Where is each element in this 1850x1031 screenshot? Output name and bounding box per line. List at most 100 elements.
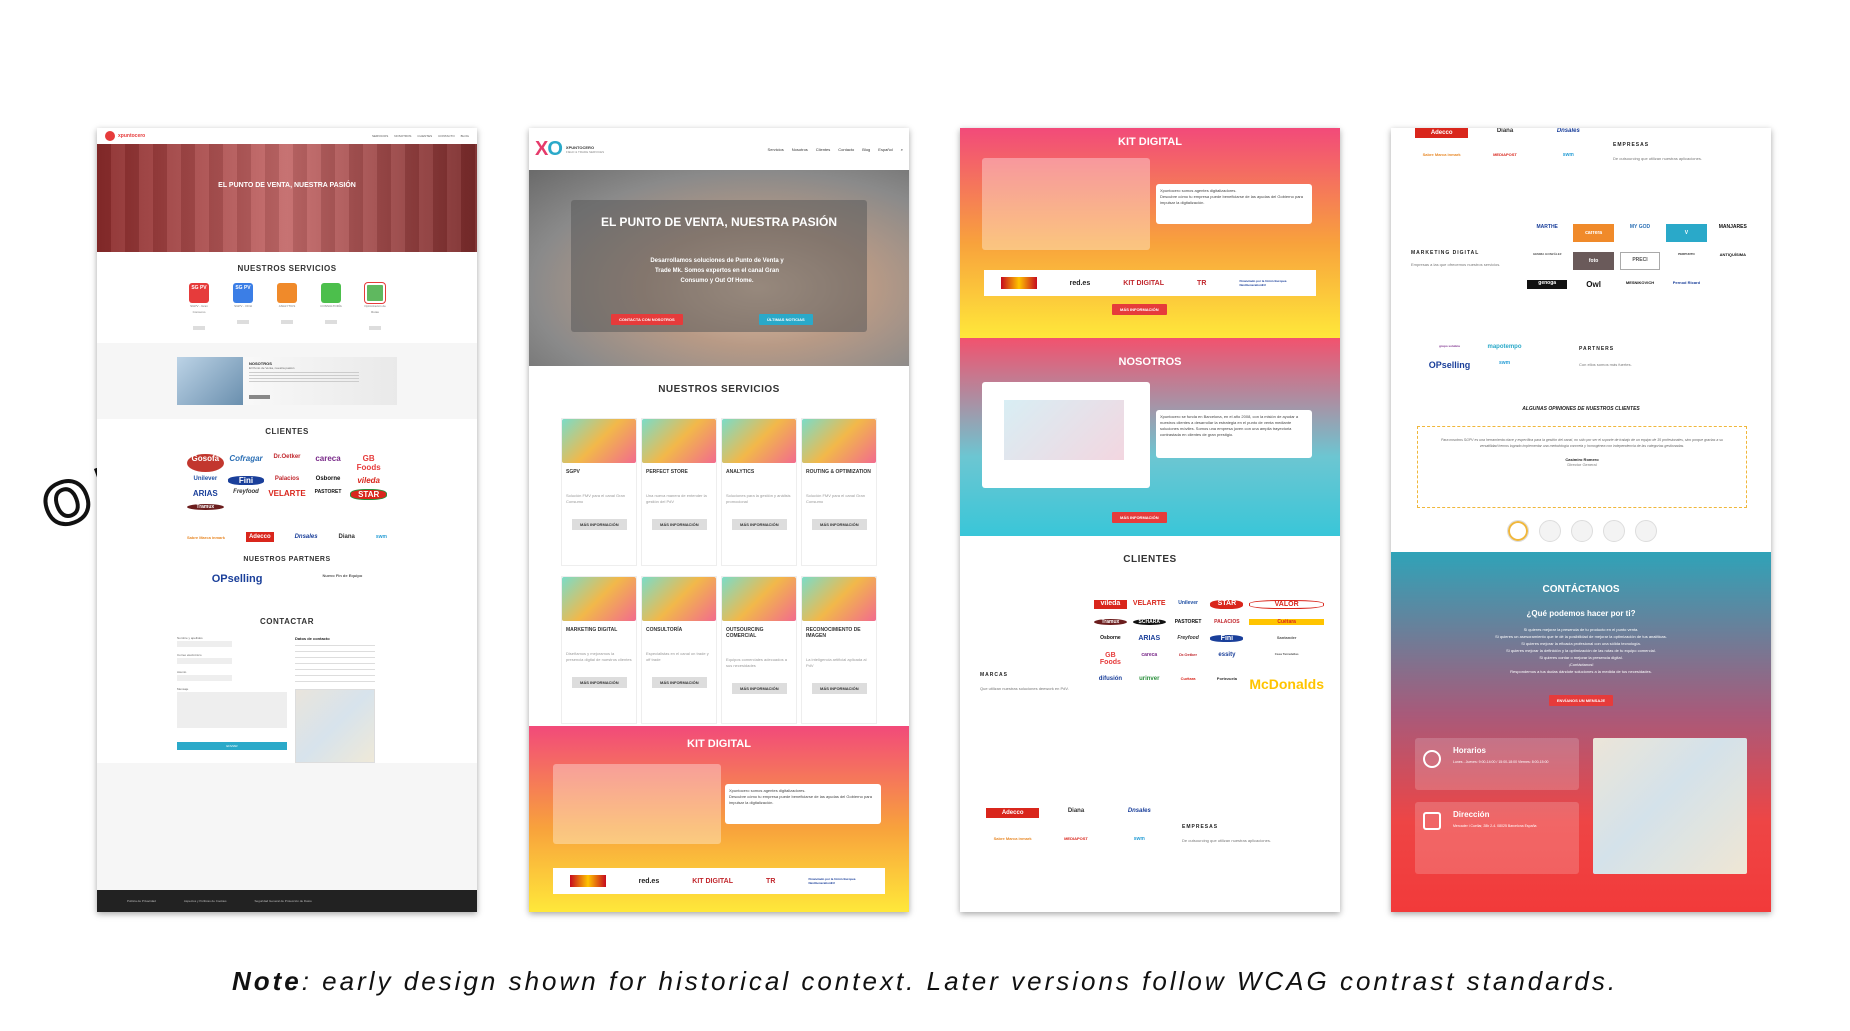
carousel-dot-icon[interactable] (1603, 520, 1625, 542)
clients-section: CLIENTES MARCAS Que utilizan nuestras so… (960, 536, 1340, 912)
carousel-dot-icon[interactable] (1539, 520, 1561, 542)
company-logo: swm (1562, 152, 1574, 158)
more-info-button[interactable]: MÁS INFORMACIÓN (812, 683, 867, 694)
more-info-button[interactable]: MÁS INFORMACIÓN (732, 519, 787, 530)
more-info-button[interactable]: MÁS INFORMACIÓN (732, 683, 787, 694)
nav-item[interactable]: CLIENTES (417, 134, 432, 138)
partner-logo: mapotempo (1487, 344, 1522, 350)
subject-field[interactable] (177, 675, 232, 681)
name-field[interactable] (177, 641, 232, 647)
carousel-dot-icon[interactable] (1635, 520, 1657, 542)
partner-logo: Nuevo Fin de Equipo (322, 573, 363, 578)
service-card[interactable]: PERFECT STORE Una nueva manera de entende… (641, 418, 717, 566)
nav-item[interactable]: Servicios (768, 147, 784, 152)
client-logo: essity (1218, 652, 1236, 658)
service-item[interactable]: SG PV SGPV - Gran Consumo (184, 283, 214, 333)
more-info-button[interactable]: MÁS INFORMACIÓN (1112, 512, 1167, 523)
service-item[interactable]: SG PV SGPV - OOH (228, 283, 258, 333)
marcas-block: MARCAS Que utilizan nuestras soluciones … (980, 672, 1080, 691)
client-logo: Unilever (193, 476, 218, 482)
company-logo: Dnsales (1127, 808, 1151, 814)
clock-icon (1423, 750, 1441, 768)
more-info-button[interactable]: MÁS INFORMACIÓN (1112, 304, 1167, 315)
clients-title: CLIENTES (1123, 554, 1177, 565)
carousel-dot-icon[interactable] (1507, 520, 1529, 542)
kit-illustration (982, 158, 1150, 250)
client-logo: MARTHE (1536, 224, 1558, 230)
new-services: NUESTROS SERVICIOS SGPV Solución FMV para… (529, 366, 909, 726)
kit-text-2: Descubre cómo tu empresa puede beneficia… (729, 794, 872, 805)
nav-item[interactable]: NOSOTROS (394, 134, 411, 138)
latest-news-button[interactable]: ÚLTIMAS NOTICIAS (759, 314, 813, 325)
contact-us-button[interactable]: CONTACTA CON NOSOTROS (611, 314, 683, 325)
more-info-button[interactable]: MÁS INFORMACIÓN (652, 677, 707, 688)
client-logo: Unilever (1178, 600, 1198, 606)
brand-tagline: FIELD & TRADE SERVICES (565, 149, 605, 154)
old-hero: EL PUNTO DE VENTA, NUESTRA PASIÓN (97, 144, 477, 252)
hours-text: Lunes - Jueves: 9:00-14:00 / 15:00-18:00… (1453, 760, 1549, 764)
service-card[interactable]: OUTSOURCING COMERCIAL Equipos comerciales… (721, 576, 797, 724)
footer-link[interactable]: Seguridad General de Protección de Datos (255, 899, 312, 903)
company-logo: Sabre Marca inmark (993, 836, 1032, 841)
client-logo: GEMMA GONZÁLEZ (1532, 252, 1562, 256)
nav-item[interactable]: Nosotros (792, 147, 808, 152)
about-textbox: Xpuntocero se funda en Barcelona, en el … (1156, 410, 1312, 458)
about-title: NOSOTROS (1118, 356, 1182, 368)
testimonial-text: Para nosotros SGPV es una herramienta cl… (1441, 438, 1723, 448)
nav-item[interactable]: CONTACTO (438, 134, 455, 138)
search-icon[interactable]: ⌕ (901, 147, 903, 152)
nav-item[interactable]: SERVICIOS (372, 134, 388, 138)
empresas-logos: Adecco Diana Dnsales Sabre Marca inmark … (986, 808, 1166, 842)
client-logo: PERPUNTO (1678, 252, 1695, 256)
message-field[interactable] (177, 692, 287, 728)
company-logo: swm (375, 534, 387, 540)
carousel-dot-icon[interactable] (1571, 520, 1593, 542)
service-item[interactable]: CONSULTORÍA (316, 283, 346, 333)
nav-item[interactable]: Español (878, 147, 892, 152)
partners-text: Con ellos somos más fuertes. (1579, 362, 1632, 367)
send-message-button[interactable]: ENVÍANOS UN MENSAJE (1548, 695, 1614, 706)
nav-item[interactable]: Clientes (816, 147, 830, 152)
nav-item[interactable]: Blog (862, 147, 870, 152)
service-item[interactable]: Optimización de Rutas (360, 283, 390, 333)
client-logo: Owl (1586, 280, 1601, 289)
nav-item[interactable]: Contacto (838, 147, 854, 152)
service-card[interactable]: MARKETING DIGITAL Diseñamos y mejoramos l… (561, 576, 637, 724)
client-logo: MY GOD (1629, 224, 1651, 230)
consulting-image (642, 577, 716, 621)
more-info-button[interactable]: MÁS INFORMACIÓN (812, 519, 867, 530)
email-field[interactable] (177, 658, 232, 664)
client-logo: difusión (1098, 676, 1123, 682)
send-button[interactable]: ENVIAR (177, 742, 287, 750)
service-card[interactable]: ANALYTICS Soluciones para la gestión y an… (721, 418, 797, 566)
contact-map[interactable] (295, 689, 375, 763)
kit-textbox: Xpuntocero somos agentes digitalizadores… (725, 784, 881, 824)
nav-item[interactable]: BLOG (461, 134, 469, 138)
client-logo: Tramux (1094, 619, 1127, 625)
footer-link[interactable]: Política de Privacidad (127, 899, 156, 903)
client-logo: STAR (350, 489, 387, 500)
client-logo: ANTIQUÍSIMA (1719, 252, 1747, 257)
sgpv-image (562, 419, 636, 463)
more-info-button[interactable]: MÁS INFORMACIÓN (652, 519, 707, 530)
services-title: NUESTROS SERVICIOS (237, 264, 337, 273)
service-card[interactable]: CONSULTORÍA Especialistas en el canal on … (641, 576, 717, 724)
more-info-button[interactable]: MÁS INFORMACIÓN (572, 677, 627, 688)
services-title: NUESTROS SERVICIOS (658, 384, 780, 395)
kit-illustration (553, 764, 721, 844)
kit-logo: Financiado por la Unión Europea NextGene… (808, 877, 856, 885)
service-item[interactable]: ANALYTICS (272, 283, 302, 333)
service-card[interactable]: ROUTING & OPTIMIZATION Solución FMV para … (801, 418, 877, 566)
service-card[interactable]: RECONOCIMIENTO DE IMAGEN La inteligencia … (801, 576, 877, 724)
ai-image (802, 577, 876, 621)
company-logo: MEDIAPOST (1064, 836, 1088, 841)
client-logo: SCHARA (1132, 619, 1166, 625)
testimonial-box: Para nosotros SGPV es una herramienta cl… (1417, 426, 1747, 508)
client-logos: vileda VELARTE Unilever STAR VALOR Tramu… (1094, 600, 1324, 692)
contact-map[interactable] (1593, 738, 1747, 874)
hours-card: Horarios Lunes - Jueves: 9:00-14:00 / 15… (1415, 738, 1579, 790)
more-info-button[interactable]: MÁS INFORMACIÓN (572, 519, 627, 530)
footer-link[interactable]: Aspectos y Políticas de Cookies (184, 899, 227, 903)
service-card[interactable]: SGPV Solución FMV para el canal Gran Cons… (561, 418, 637, 566)
company-logo: Diana (1067, 808, 1085, 814)
